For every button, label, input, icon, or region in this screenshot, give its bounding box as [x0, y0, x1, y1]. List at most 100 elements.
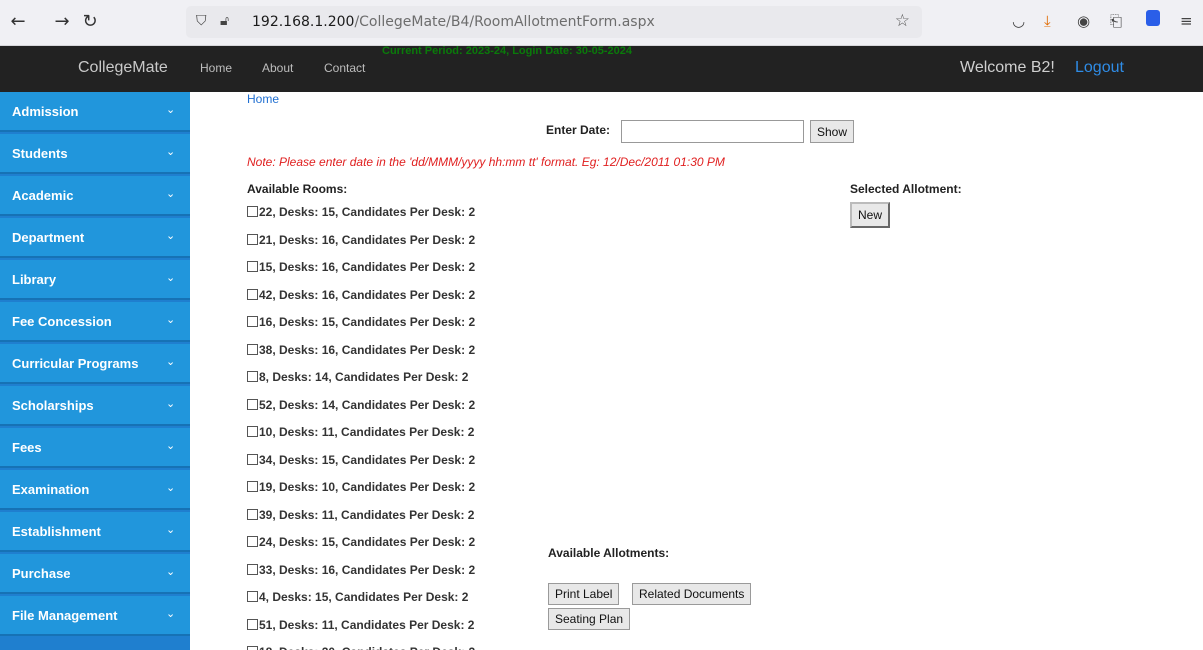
sidebar-item-purchase[interactable]: Purchase ⌄	[0, 554, 190, 594]
chevron-down-icon: ⌄	[166, 523, 176, 536]
extensions-icon[interactable]: ⎗	[1110, 12, 1122, 30]
sidebar-item-academic[interactable]: Academic ⌄	[0, 176, 190, 216]
available-allotments-label: Available Allotments:	[548, 546, 670, 560]
sidebar-item-examination[interactable]: Examination ⌄	[0, 470, 190, 510]
room-checkbox-item[interactable]: 16, Desks: 15, Candidates Per Desk: 2	[247, 315, 475, 331]
chevron-down-icon: ⌄	[166, 145, 176, 158]
nav-about-link[interactable]: About	[262, 61, 293, 75]
room-label: 18, Desks: 20, Candidates Per Desk: 2	[259, 645, 475, 650]
download-icon[interactable]: ⤓	[1044, 12, 1051, 30]
available-rooms-label: Available Rooms:	[247, 182, 348, 196]
room-checkbox-item[interactable]: 51, Desks: 11, Candidates Per Desk: 2	[247, 618, 474, 634]
room-checkbox-item[interactable]: 42, Desks: 16, Candidates Per Desk: 2	[247, 288, 475, 304]
nav-contact-link[interactable]: Contact	[324, 61, 365, 75]
back-arrow-icon[interactable]: ←	[8, 12, 28, 32]
sidebar-item-students[interactable]: Students ⌄	[0, 134, 190, 174]
room-label: 39, Desks: 11, Candidates Per Desk: 2	[259, 507, 475, 522]
lock-insecure-icon[interactable]: 🔓︎	[220, 13, 229, 29]
sidebar-item-label: Curricular Programs	[12, 356, 139, 371]
room-label: 24, Desks: 15, Candidates Per Desk: 2	[259, 535, 476, 549]
room-checkbox[interactable]	[247, 398, 258, 410]
chevron-down-icon: ⌄	[166, 229, 176, 242]
room-checkbox-item[interactable]: 8, Desks: 14, Candidates Per Desk: 2	[247, 370, 468, 386]
room-checkbox-item[interactable]: 38, Desks: 16, Candidates Per Desk: 2	[247, 343, 475, 359]
room-checkbox[interactable]	[247, 646, 258, 650]
show-button[interactable]: Show	[810, 120, 855, 143]
room-checkbox[interactable]	[247, 453, 258, 465]
shield-icon[interactable]: ⛉	[196, 13, 207, 29]
url-path: /CollegeMate/B4/RoomAllotmentForm.aspx	[354, 14, 655, 30]
sidebar-item-curricular-programs[interactable]: Curricular Programs ⌄	[0, 344, 190, 384]
room-checkbox-item[interactable]: 4, Desks: 15, Candidates Per Desk: 2	[247, 590, 468, 606]
bookmark-star-icon[interactable]: ☆	[895, 11, 910, 31]
url-text[interactable]: 192.168.1.200/CollegeMate/B4/RoomAllotme…	[252, 14, 655, 30]
room-checkbox[interactable]	[247, 481, 258, 492]
room-checkbox-item[interactable]: 18, Desks: 20, Candidates Per Desk: 2	[247, 645, 475, 650]
sidebar-item-library[interactable]: Library ⌄	[0, 260, 190, 300]
print-label-button[interactable]: Print Label	[548, 583, 620, 605]
account-icon[interactable]: ◉	[1077, 12, 1090, 30]
room-checkbox-item[interactable]: 10, Desks: 11, Candidates Per Desk: 2	[247, 425, 474, 441]
room-label: 15, Desks: 16, Candidates Per Desk: 2	[259, 260, 476, 274]
sidebar-item-label: Fee Concession	[12, 314, 112, 329]
room-checkbox-item[interactable]: 22, Desks: 15, Candidates Per Desk: 2	[247, 205, 475, 221]
room-checkbox[interactable]	[247, 288, 258, 300]
forward-arrow-icon[interactable]: →	[52, 12, 72, 32]
top-navbar: CollegeMate Home About Contact Current P…	[0, 45, 1203, 92]
sidebar-item-scholarships[interactable]: Scholarships ⌄	[0, 386, 190, 426]
room-label: 21, Desks: 16, Candidates Per Desk: 2	[259, 232, 476, 247]
room-checkbox[interactable]	[247, 508, 258, 520]
address-bar[interactable]: ⛉ 🔓︎ 192.168.1.200/CollegeMate/B4/RoomAl…	[186, 6, 922, 38]
sidebar-item-fees[interactable]: Fees ⌄	[0, 428, 190, 468]
room-checkbox[interactable]	[247, 261, 258, 272]
room-checkbox[interactable]	[247, 371, 258, 382]
extension-badge-icon[interactable]	[1146, 10, 1160, 26]
sidebar-item-department[interactable]: Department ⌄	[0, 218, 190, 258]
room-checkbox-item[interactable]: 19, Desks: 10, Candidates Per Desk: 2	[247, 480, 475, 496]
room-checkbox[interactable]	[247, 206, 258, 217]
reload-icon[interactable]: ↻	[80, 12, 100, 32]
room-checkbox[interactable]	[247, 233, 258, 245]
room-checkbox-item[interactable]: 15, Desks: 16, Candidates Per Desk: 2	[247, 260, 475, 276]
room-checkbox[interactable]	[247, 563, 258, 575]
room-checkbox[interactable]	[247, 316, 258, 327]
logout-link[interactable]: Logout	[1075, 59, 1124, 77]
room-checkbox-item[interactable]: 34, Desks: 15, Candidates Per Desk: 2	[247, 453, 475, 469]
url-host: 192.168.1.200	[252, 14, 355, 30]
sidebar-item-fee-concession[interactable]: Fee Concession ⌄	[0, 302, 190, 342]
sidebar-item-admission[interactable]: Admission ⌄	[0, 92, 190, 132]
room-checkbox-item[interactable]: 52, Desks: 14, Candidates Per Desk: 2	[247, 398, 475, 414]
sidebar-item-establishment[interactable]: Establishment ⌄	[0, 512, 190, 552]
room-label: 52, Desks: 14, Candidates Per Desk: 2	[259, 397, 476, 412]
room-label: 34, Desks: 15, Candidates Per Desk: 2	[259, 452, 476, 467]
menu-icon[interactable]: ≡	[1180, 12, 1193, 30]
new-button[interactable]: New	[850, 202, 891, 228]
room-checkbox-item[interactable]: 24, Desks: 15, Candidates Per Desk: 2	[247, 535, 475, 551]
room-label: 42, Desks: 16, Candidates Per Desk: 2	[259, 287, 476, 302]
seating-plan-button[interactable]: Seating Plan	[548, 608, 631, 630]
welcome-text: Welcome B2!	[960, 59, 1055, 76]
room-label: 19, Desks: 10, Candidates Per Desk: 2	[259, 480, 476, 494]
room-label: 22, Desks: 15, Candidates Per Desk: 2	[259, 205, 476, 219]
related-documents-button[interactable]: Related Documents	[632, 583, 752, 605]
room-label: 51, Desks: 11, Candidates Per Desk: 2	[259, 617, 475, 632]
room-checkbox-item[interactable]: 39, Desks: 11, Candidates Per Desk: 2	[247, 508, 474, 524]
current-period-text: Current Period: 2023-24, Login Date: 30-…	[382, 45, 633, 57]
breadcrumb-home[interactable]: Home	[247, 92, 279, 106]
room-checkbox[interactable]	[247, 536, 258, 547]
nav-home-link[interactable]: Home	[200, 61, 232, 75]
room-checkbox-item[interactable]: 33, Desks: 16, Candidates Per Desk: 2	[247, 563, 475, 579]
sidebar-item-file-management[interactable]: File Management ⌄	[0, 596, 190, 636]
room-checkbox[interactable]	[247, 426, 258, 437]
brand-logo[interactable]: CollegeMate	[78, 59, 168, 77]
room-checkbox[interactable]	[247, 343, 258, 355]
room-checkbox[interactable]	[247, 591, 258, 602]
date-input[interactable]	[621, 120, 804, 143]
sidebar-item-label: Admission	[12, 104, 79, 119]
pocket-icon[interactable]: ◡	[1012, 12, 1025, 30]
room-checkbox-item[interactable]: 21, Desks: 16, Candidates Per Desk: 2	[247, 233, 475, 249]
sidebar-item-label: File Management	[12, 608, 118, 623]
chevron-down-icon: ⌄	[166, 271, 176, 284]
room-checkbox[interactable]	[247, 618, 258, 630]
chevron-down-icon: ⌄	[166, 397, 176, 410]
